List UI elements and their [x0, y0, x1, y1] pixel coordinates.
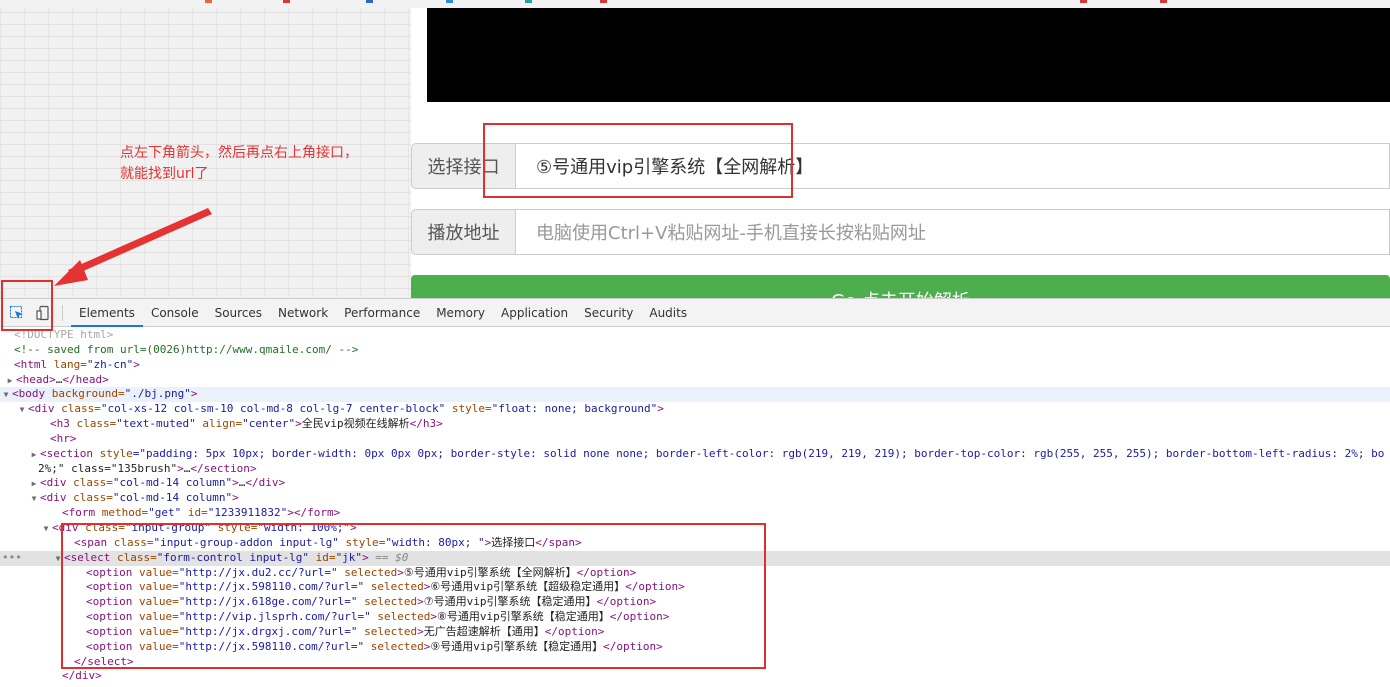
dom-node-text: </div> — [62, 669, 102, 683]
dom-node-text: <body background="./bj.png"> — [12, 387, 198, 401]
annotation-line-1: 点左下角箭头，然后再点右上角接口， — [120, 145, 358, 161]
inspect-highlight-box — [1, 280, 53, 331]
bookmark-favicon[interactable] — [446, 0, 453, 3]
dom-node-line[interactable]: <!-- saved from url=(0026)http://www.qma… — [0, 343, 1390, 358]
tab-sources[interactable]: Sources — [207, 299, 270, 327]
tab-console[interactable]: Console — [143, 299, 207, 327]
tab-performance[interactable]: Performance — [336, 299, 428, 327]
dom-node-text: 2%;" class="135brush">…</section> — [38, 461, 257, 475]
dom-node-text: <div class="col-xs-12 col-sm-10 col-md-8… — [28, 402, 664, 416]
more-options-icon[interactable]: ••• — [2, 551, 22, 566]
tab-audits[interactable]: Audits — [641, 299, 695, 327]
collapsed-triangle-icon[interactable]: ▶ — [28, 448, 40, 462]
tab-memory[interactable]: Memory — [428, 299, 493, 327]
devtools-tabbar: Elements Console Sources Network Perform… — [0, 298, 1390, 327]
dom-node-line[interactable]: ▶ <div class="col-md-14 column">…</div> — [0, 476, 1390, 491]
dom-node-text: <h3 class="text-muted" align="center">全民… — [50, 417, 443, 431]
dom-node-line[interactable]: </div> — [0, 669, 1390, 684]
url-input-group: 播放地址 电脑使用Ctrl+V粘贴网址-手机直接长按粘贴网址 — [411, 209, 1390, 255]
dom-node-line[interactable]: ▼ <div class="col-xs-12 col-sm-10 col-md-… — [0, 402, 1390, 417]
expanded-triangle-icon[interactable]: ▼ — [40, 522, 52, 536]
tab-elements[interactable]: Elements — [71, 299, 143, 327]
dom-node-line[interactable]: ▼ <div class="col-md-14 column"> — [0, 491, 1390, 506]
tab-network[interactable]: Network — [270, 299, 336, 327]
bookmark-favicon[interactable] — [1160, 0, 1167, 3]
bookmark-favicon[interactable] — [283, 0, 290, 3]
bookmark-favicon[interactable] — [366, 0, 373, 3]
dom-node-line[interactable]: 2%;" class="135brush">…</section> — [0, 462, 1390, 477]
expanded-triangle-icon[interactable]: ▼ — [16, 403, 28, 417]
code-highlight-box — [61, 523, 766, 669]
select-highlight-box — [483, 123, 793, 198]
go-parse-button[interactable]: Go 点击开始解析 — [411, 275, 1390, 298]
dom-node-line[interactable]: <html lang="zh-cn"> — [0, 358, 1390, 373]
dom-node-line[interactable]: <form method="get" id="1233911832"></for… — [0, 506, 1390, 521]
dom-node-line[interactable]: <!DOCTYPE html> — [0, 328, 1390, 343]
expanded-triangle-icon[interactable]: ▼ — [0, 388, 12, 402]
tab-application[interactable]: Application — [493, 299, 576, 327]
annotation-arrow-icon — [54, 208, 212, 286]
dom-node-text: <div class="col-md-14 column"> — [40, 491, 239, 505]
annotation-text: 点左下角箭头，然后再点右上角接口， 就能找到url了 — [120, 143, 410, 185]
dom-node-line[interactable]: ▼ <body background="./bj.png"> — [0, 387, 1390, 403]
toolbar-divider — [62, 304, 63, 321]
url-label: 播放地址 — [411, 209, 516, 255]
bookmark-favicon[interactable] — [205, 0, 212, 3]
expanded-triangle-icon[interactable]: ▼ — [28, 492, 40, 506]
dom-node-line[interactable]: <h3 class="text-muted" align="center">全民… — [0, 417, 1390, 432]
dom-node-text: <div class="col-md-14 column">…</div> — [40, 476, 286, 490]
dom-node-line[interactable]: <hr> — [0, 432, 1390, 447]
bookmark-favicon[interactable] — [600, 0, 607, 3]
tab-security[interactable]: Security — [576, 299, 641, 327]
dom-node-text: <head>…</head> — [16, 372, 109, 386]
dom-node-text: <section style="padding: 5px 10px; borde… — [40, 446, 1385, 460]
dom-node-line[interactable]: ▶ <head>…</head> — [0, 373, 1390, 388]
dom-node-text: <!-- saved from url=(0026)http://www.qma… — [14, 342, 359, 356]
url-input[interactable]: 电脑使用Ctrl+V粘贴网址-手机直接长按粘贴网址 — [516, 209, 1390, 255]
bookmark-favicon[interactable] — [525, 0, 532, 3]
collapsed-triangle-icon[interactable]: ▶ — [28, 477, 40, 491]
collapsed-triangle-icon[interactable]: ▶ — [4, 374, 16, 388]
bookmark-favicon[interactable] — [1080, 0, 1087, 3]
annotation-line-2: 就能找到url了 — [120, 166, 209, 182]
bookmark-strip — [0, 0, 1390, 8]
dom-node-text: <html lang="zh-cn"> — [14, 357, 140, 371]
video-player[interactable] — [427, 8, 1390, 102]
dom-node-text: <form method="get" id="1233911832"></for… — [62, 506, 341, 520]
dom-node-text: <hr> — [50, 431, 77, 445]
web-page-area: 选择接口 ⑤号通用vip引擎系统【全网解析】 播放地址 电脑使用Ctrl+V粘贴… — [0, 0, 1390, 298]
dom-node-line[interactable]: ▶ <section style="padding: 5px 10px; bord… — [0, 447, 1390, 462]
